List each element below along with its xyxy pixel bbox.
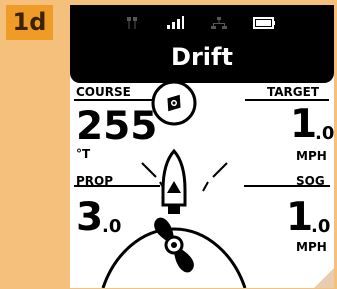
motor-graphic	[101, 80, 247, 288]
figure-label: 1d	[6, 5, 53, 40]
display-screen: Drift COURSE TARGET PROP SOG 255 °T 1 .0…	[70, 5, 334, 288]
page-corner	[314, 268, 334, 288]
screen-frame: 1d Drift COURSE TARGET PROP SOG 255 °T 1…	[0, 0, 337, 289]
